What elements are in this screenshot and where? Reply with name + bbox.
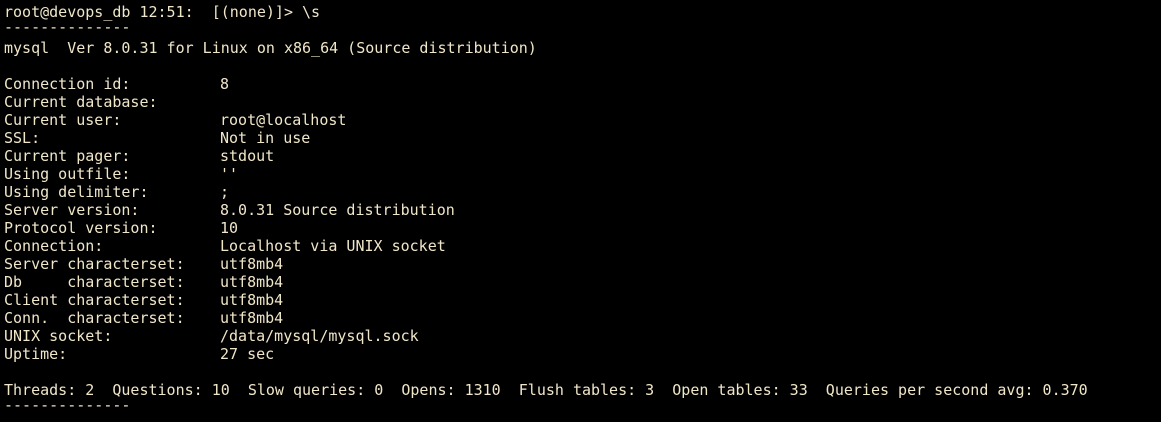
status-label: Db characterset: <box>4 273 185 291</box>
terminal-window[interactable]: root@devops_db 12:51: [(none)]> \s -----… <box>0 0 1161 422</box>
status-value: 8 <box>220 75 230 93</box>
status-row-conn-characterset: Conn. characterset: utf8mb4 <box>4 309 1161 327</box>
status-table: Connection id: 8 Current database: Curren… <box>4 75 1161 363</box>
status-value: /data/mysql/mysql.sock <box>220 327 419 345</box>
status-value: Localhost via UNIX socket <box>220 237 446 255</box>
status-row-server-version: Server version: 8.0.31 Source distributio… <box>4 201 1161 219</box>
status-label: Current pager: <box>4 147 131 165</box>
status-value: 10 <box>220 219 239 237</box>
status-label: Client characterset: <box>4 291 185 309</box>
status-row-ssl: SSL: Not in use <box>4 129 1161 147</box>
status-value: utf8mb4 <box>220 309 284 327</box>
status-value: ; <box>220 183 230 201</box>
status-row-using-delimiter: Using delimiter:; <box>4 183 1161 201</box>
status-row-current-pager: Current pager: stdout <box>4 147 1161 165</box>
status-row-connection-id: Connection id: 8 <box>4 75 1161 93</box>
status-row-connection: Connection: Localhost via UNIX socket <box>4 237 1161 255</box>
version-line: mysql Ver 8.0.31 for Linux on x86_64 (So… <box>4 39 537 57</box>
status-label: Uptime: <box>4 345 68 363</box>
status-label: Using outfile: <box>4 165 131 183</box>
status-label: SSL: <box>4 129 41 147</box>
status-value: Not in use <box>220 129 311 147</box>
status-value: 8.0.31 Source distribution <box>220 201 455 219</box>
status-row-current-database: Current database: <box>4 93 1161 111</box>
status-row-uptime: Uptime: 27 sec <box>4 345 1161 363</box>
status-value: 27 sec <box>220 345 275 363</box>
status-row-unix-socket: UNIX socket: /data/mysql/mysql.sock <box>4 327 1161 345</box>
status-label: Server version: <box>4 201 140 219</box>
status-value: utf8mb4 <box>220 255 284 273</box>
status-row-using-outfile: Using outfile: '' <box>4 165 1161 183</box>
status-label: Using delimiter: <box>4 183 149 201</box>
status-label: Connection id: <box>4 75 131 93</box>
status-value: stdout <box>220 147 275 165</box>
status-label: Server characterset: <box>4 255 185 273</box>
status-label: Current database: <box>4 93 158 111</box>
status-label: Current user: <box>4 111 122 129</box>
status-row-current-user: Current user: root@localhost <box>4 111 1161 129</box>
separator-top: -------------- <box>4 18 131 36</box>
status-label: Conn. characterset: <box>4 309 185 327</box>
status-row-protocol-version: Protocol version: 10 <box>4 219 1161 237</box>
status-command: \s <box>302 3 321 21</box>
status-label: UNIX socket: <box>4 327 113 345</box>
separator-bottom: -------------- <box>4 396 131 414</box>
status-label: Protocol version: <box>4 219 158 237</box>
status-value: '' <box>220 165 239 183</box>
status-row-client-characterset: Client characterset: utf8mb4 <box>4 291 1161 309</box>
status-value: utf8mb4 <box>220 291 284 309</box>
status-row-db-characterset: Db characterset: utf8mb4 <box>4 273 1161 291</box>
status-row-server-characterset: Server characterset: utf8mb4 <box>4 255 1161 273</box>
status-value: root@localhost <box>220 111 347 129</box>
status-value: utf8mb4 <box>220 273 284 291</box>
summary-line: Threads: 2 Questions: 10 Slow queries: 0… <box>4 381 1088 399</box>
command-prompt-line: root@devops_db 12:51: [(none)]> \s <box>4 3 1161 21</box>
status-label: Connection: <box>4 237 104 255</box>
